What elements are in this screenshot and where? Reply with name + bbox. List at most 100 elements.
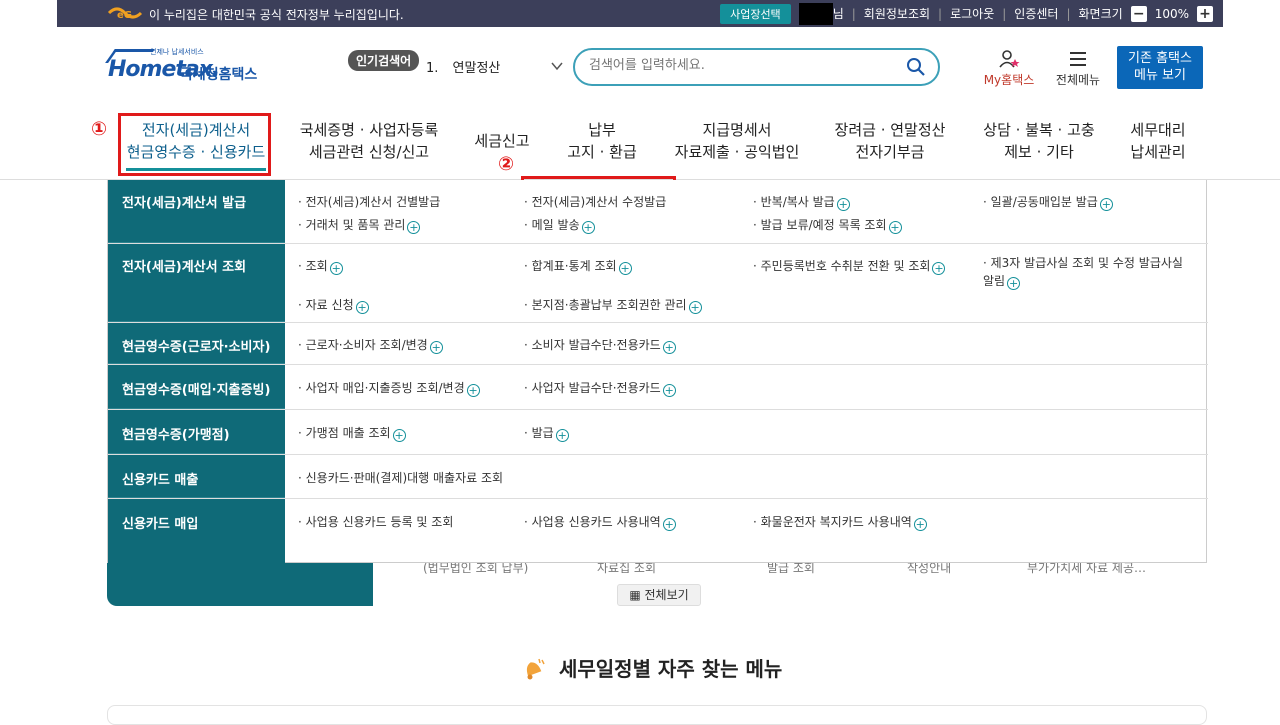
menu-row-header: 전자(세금)계산서 발급 [108,180,285,243]
menu-link-merchant-sales[interactable]: · 가맹점 매출 조회 + [298,424,406,442]
quick-menu-side [107,563,373,606]
menu-link-third-party-issue[interactable]: · 제3자 발급사실 조회 및 수정 발급사실 알림 + [983,254,1193,290]
menu-link-repeat-copy-issue[interactable]: · 반복/복사 발급 + [753,193,850,211]
menu-row-invoice-issue: 전자(세금)계산서 발급 · 전자(세금)계산서 건별발급 · 전자(세금)계산… [108,180,1208,244]
menu-row-card-sales: 신용카드 매출 · 신용카드·판매(결제)대행 매출자료 조회 [108,455,1208,499]
menu-link-amended-issue[interactable]: · 전자(세금)계산서 수정발급 [524,193,666,210]
menu-row-header: 신용카드 매입 [122,517,199,532]
my-hometax-button[interactable]: My홈택스 [978,49,1040,88]
popular-term: 연말정산 [452,61,501,76]
menu-row-header: 현금영수증(매입·지출증빙) [108,365,285,409]
search-input[interactable] [589,58,889,73]
menu-link-branch-permission[interactable]: · 본지점·총괄납부 조회권한 관리 + [524,296,702,314]
user-suffix: 님 [832,7,844,21]
menu-link-card-usage[interactable]: · 사업용 신용카드 사용내역 + [524,513,676,531]
grid-icon: ▦ [629,588,641,602]
expand-plus-icon: + [429,341,443,354]
menu-link-pending-list[interactable]: · 발급 보류/예정 목록 조회 + [753,216,902,234]
expand-plus-icon: + [466,384,480,397]
menu-link-partner-management[interactable]: · 거래처 및 품목 관리 + [298,216,421,234]
search-icon[interactable] [906,57,926,77]
menu-row-header: 전자(세금)계산서 조회 [108,244,285,322]
menu-row-receipt-consumer: 현금영수증(근로자·소비자) · 근로자·소비자 조회/변경 + · 소비자 발급… [108,323,1208,365]
old-hometax-button[interactable]: 기존 홈택스 메뉴 보기 [1117,46,1203,89]
nav-consultation[interactable]: 상담 · 불복 · 고충 제보 · 기타 [977,119,1101,163]
popular-search-label: 인기검색어 [348,50,420,71]
popular-search-dropdown[interactable]: 1. 연말정산 [426,57,566,77]
menu-row-header: 현금영수증(가맹점) [108,410,285,454]
nav-tax-return[interactable]: 세금신고 [466,130,538,152]
my-hometax-label: My홈택스 [983,73,1035,87]
annotation-step-2: ② [498,153,515,175]
menu-link-rrn-conversion[interactable]: · 주민등록번호 수취분 전환 및 조회 + [753,257,946,275]
member-info-link[interactable]: 회원정보조회 [864,5,930,22]
menu-row-receipt-business: 현금영수증(매입·지출증빙) · 사업자 매입·지출증빙 조회/변경 + · 사업… [108,365,1208,410]
all-menu-label: 전체메뉴 [1055,73,1101,87]
expand-plus-icon: + [836,198,850,211]
screen-size-label: 화면크기 [1078,7,1123,21]
nav-certificates[interactable]: 국세증명 · 사업자등록 세금관련 신청/신고 [295,119,443,163]
menu-row-invoice-lookup: 전자(세금)계산서 조회 · 조회 + · 합계표·통계 조회 + · 주민등록번호… [108,244,1208,323]
menu-link-business-card[interactable]: · 사업자 발급수단·전용카드 + [524,379,676,397]
mega-menu-dropdown: 전자(세금)계산서 발급 · 전자(세금)계산서 건별발급 · 전자(세금)계산… [107,180,1208,563]
expand-plus-icon: + [355,301,369,314]
government-banner-bar: eG 이 누리집은 대한민국 공식 전자정부 누리집입니다. 사업장선택 님 |… [57,0,1223,27]
bell-icon [526,658,545,680]
expand-plus-icon: + [329,262,343,275]
government-notice: 이 누리집은 대한민국 공식 전자정부 누리집입니다. [149,8,404,22]
svg-text:eG: eG [117,10,132,21]
zoom-out-button[interactable]: − [1130,5,1147,22]
masked-username [798,2,833,25]
expand-plus-icon: + [888,221,902,234]
menu-row-header: 신용카드 매출 [108,455,285,498]
menu-link-mail-send[interactable]: · 메일 발송 + [524,216,595,234]
menu-link-merchant-issue[interactable]: · 발급 + [524,424,569,442]
expand-plus-icon: + [555,429,569,442]
menu-link-consumer-lookup[interactable]: · 근로자·소비자 조회/변경 + [298,336,443,354]
nav-tax-agent[interactable]: 세무대리 납세관리 [1120,119,1196,163]
cert-center-link[interactable]: 인증센터 [1014,5,1058,22]
expand-plus-icon: + [407,221,421,234]
menu-link-lookup[interactable]: · 조회 + [298,257,343,275]
frequent-menu-panel [107,705,1207,725]
expand-plus-icon: + [662,384,676,397]
zoom-in-button[interactable]: + [1197,5,1213,22]
chevron-down-icon [551,62,563,71]
expand-plus-icon: + [392,429,406,442]
logout-link[interactable]: 로그아웃 [950,5,994,22]
menu-link-business-lookup[interactable]: · 사업자 매입·지출증빙 조회/변경 + [298,379,480,397]
menu-link-card-register[interactable]: · 사업용 신용카드 등록 및 조회 [298,513,453,530]
view-all-button[interactable]: ▦ 전체보기 [617,584,701,606]
expand-plus-icon: + [581,221,595,234]
logo-subtitle: 언제나 납세서비스 [150,48,204,56]
menu-link-bulk-issue[interactable]: · 일괄/공동매입분 발급 + [983,193,1113,211]
menu-link-trucker-card[interactable]: · 화물운전자 복지카드 사용내역 + [753,513,927,531]
expand-plus-icon: + [932,262,946,275]
user-icon [999,50,1020,68]
nav-incentive[interactable]: 장려금 · 연말정산 전자기부금 [826,119,954,163]
menu-link-individual-issue[interactable]: · 전자(세금)계산서 건별발급 [298,193,440,210]
menu-row-card-purchase: 신용카드 매입 · 사업용 신용카드 등록 및 조회 · 사업용 신용카드 사용… [108,499,1208,543]
expand-plus-icon: + [662,518,676,531]
annotation-box-1 [118,113,271,176]
all-menu-button[interactable]: 전체메뉴 [1050,49,1106,88]
menu-link-card-sales-lookup[interactable]: · 신용카드·판매(결제)대행 매출자료 조회 [298,469,503,486]
nav-payment-statement[interactable]: 지급명세서 자료제출 · 공익법인 [668,119,806,163]
nav-payment[interactable]: 납부 고지 · 환급 [560,119,644,163]
section-title: 세무일정별 자주 찾는 메뉴 [520,653,782,682]
search-box [573,48,940,86]
menu-link-consumer-card[interactable]: · 소비자 발급수단·전용카드 + [524,336,676,354]
menu-link-summary-stats[interactable]: · 합계표·통계 조회 + [524,257,632,275]
business-select-button[interactable]: 사업장선택 [720,3,791,24]
menu-row-receipt-merchant: 현금영수증(가맹점) · 가맹점 매출 조회 + · 발급 + [108,410,1208,455]
annotation-step-1: ① [91,118,108,140]
expand-plus-icon: + [913,518,927,531]
egov-logo-icon: eG [107,7,143,21]
menu-link-data-request[interactable]: · 자료 신청 + [298,296,369,314]
zoom-level: 100% [1154,6,1189,21]
popular-rank: 1. [426,61,439,76]
hometax-logo[interactable]: 언제나 납세서비스 Hometax. 국세청홈택스 [105,47,298,92]
hamburger-icon [1070,52,1086,66]
expand-plus-icon: + [1007,277,1021,290]
expand-plus-icon: + [1099,198,1113,211]
